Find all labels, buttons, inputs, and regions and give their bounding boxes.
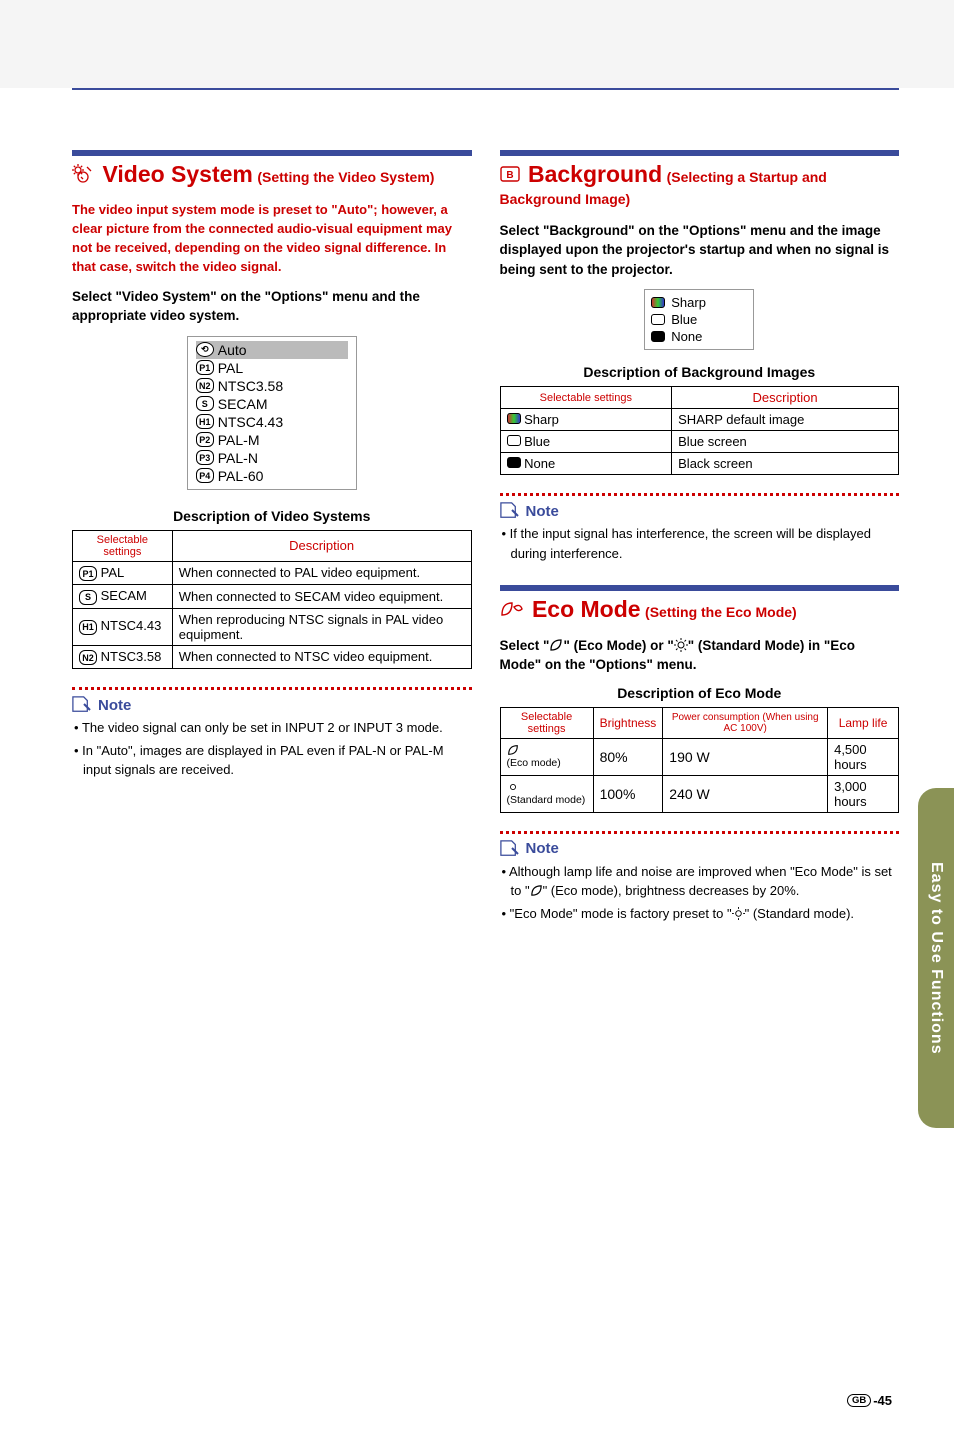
note-icon	[72, 696, 94, 714]
sun-icon	[732, 907, 745, 920]
side-tab-label: Easy to Use Functions	[927, 862, 945, 1055]
section-bar	[500, 585, 900, 591]
col-right: B Background (Selecting a Startup and Ba…	[500, 150, 900, 926]
video-system-heading: Video System (Setting the Video System)	[72, 160, 472, 191]
sun-icon	[507, 781, 519, 793]
background-title: Background	[528, 161, 662, 187]
note-label: Note	[500, 840, 900, 858]
eco-notes: Although lamp life and noise are improve…	[500, 862, 900, 924]
col-left: Video System (Setting the Video System) …	[72, 150, 472, 926]
note-label: Note	[500, 502, 900, 520]
bg-desc-title: Description of Background Images	[500, 364, 900, 380]
eco-icon	[500, 601, 524, 626]
video-system-subtitle: (Setting the Video System)	[257, 169, 434, 185]
note-separator	[500, 831, 900, 834]
blue-icon	[651, 314, 665, 325]
section-bar	[72, 150, 472, 156]
vs-notes: The video signal can only be set in INPU…	[72, 718, 472, 780]
eco-instruct: Select "" (Eco Mode) or "" (Standard Mod…	[500, 636, 900, 675]
background-menu: Sharp Blue None	[644, 289, 754, 350]
none-icon	[651, 331, 665, 342]
side-tab: Easy to Use Functions	[918, 788, 954, 1128]
eco-table: Selectable settings Brightness Power con…	[500, 707, 900, 813]
video-system-menu: ⟲Auto P1PAL N2NTSC3.58 SSECAM H1NTSC4.43…	[187, 336, 357, 490]
svg-text:B: B	[506, 170, 513, 181]
leaf-icon	[530, 884, 543, 897]
eco-subtitle: (Setting the Eco Mode)	[645, 604, 797, 620]
background-instruct: Select "Background" on the "Options" men…	[500, 221, 900, 280]
eco-desc-title: Description of Eco Mode	[500, 685, 900, 701]
eco-title: Eco Mode	[532, 596, 641, 622]
page-footer: GB -45	[847, 1393, 892, 1408]
background-heading: B Background (Selecting a Startup and Ba…	[500, 160, 900, 211]
leaf-icon	[549, 638, 563, 652]
video-system-icon	[72, 164, 94, 191]
bg-notes: If the input signal has interference, th…	[500, 524, 900, 563]
note-label: Note	[72, 696, 472, 714]
note-separator	[500, 493, 900, 496]
lang-badge: GB	[847, 1394, 871, 1407]
vs-table: Selectable settingsDescription P1 PALWhe…	[72, 530, 472, 670]
eco-heading: Eco Mode (Setting the Eco Mode)	[500, 595, 900, 625]
note-separator	[72, 687, 472, 690]
page: Video System (Setting the Video System) …	[0, 88, 954, 1434]
video-system-instruct: Select "Video System" on the "Options" m…	[72, 287, 472, 326]
note-icon	[500, 502, 522, 520]
vs-desc-title: Description of Video Systems	[72, 508, 472, 524]
sun-icon	[674, 638, 688, 652]
leaf-icon	[507, 744, 519, 756]
note-icon	[500, 840, 522, 858]
page-number: -45	[873, 1393, 892, 1408]
section-bar	[500, 150, 900, 156]
bg-table: Selectable settingsDescription SharpSHAR…	[500, 386, 900, 475]
sharp-icon	[651, 297, 665, 308]
video-system-intro: The video input system mode is preset to…	[72, 201, 472, 276]
background-icon: B	[500, 166, 520, 189]
content-two-col: Video System (Setting the Video System) …	[0, 90, 954, 966]
video-system-title: Video System	[102, 161, 252, 187]
